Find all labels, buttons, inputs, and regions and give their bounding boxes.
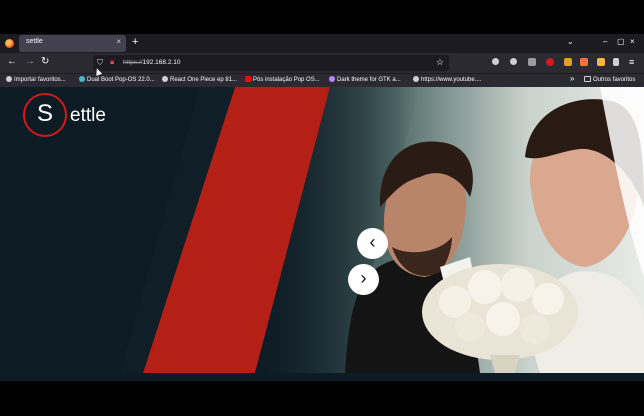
video-letterbox-bottom [0, 381, 644, 416]
page-bottom-strip [0, 373, 644, 381]
tab-close-icon[interactable]: × [116, 37, 121, 46]
bookmark-star-icon[interactable]: ☆ [436, 57, 444, 68]
bookmark-import-icon [6, 76, 12, 82]
back-arrow-icon[interactable]: ← [7, 57, 17, 67]
chevron-right-icon: › [360, 268, 367, 288]
hamburger-menu-icon[interactable]: ≡ [629, 57, 634, 67]
extension-icon-2[interactable] [546, 58, 554, 66]
headphones-icon[interactable] [510, 58, 517, 65]
maximize-button[interactable]: ▢ [617, 37, 625, 46]
wedding-couple-photo [255, 87, 644, 373]
url-text[interactable]: https://192.168.2.10 [123, 59, 180, 66]
slider-prev-button[interactable]: ‹ [357, 228, 388, 259]
tab-title: settle [26, 38, 43, 45]
other-bookmarks-folder[interactable]: Outros favoritos [584, 76, 635, 83]
bookmark-item[interactable]: Dark theme for GTK a... [329, 76, 401, 83]
address-bar[interactable]: ⛉ 🔒︎ https://192.168.2.10 ☆ [93, 55, 449, 71]
reload-icon[interactable]: ↻ [41, 57, 49, 67]
insecure-lock-icon[interactable]: 🔒︎ [110, 57, 114, 67]
minimize-button[interactable]: – [603, 37, 607, 46]
forward-arrow-icon[interactable]: → [25, 57, 35, 67]
chevron-left-icon: ‹ [369, 232, 376, 252]
logo-initial: S [36, 100, 53, 127]
new-tab-button[interactable]: + [132, 36, 138, 48]
video-letterbox-top [0, 0, 644, 34]
bookmark-item[interactable]: Pós instalação Pop OS... [245, 76, 320, 83]
bookmark-item[interactable]: Dual Boot Pop-OS 22.0... [79, 76, 155, 83]
pop-os-icon [79, 76, 85, 82]
browser-tab-settle[interactable]: settle × [19, 35, 126, 52]
firefox-icon [5, 39, 14, 48]
url-host: 192.168.2.10 [142, 59, 181, 66]
bookmark-item[interactable]: React One Piece ep 81... [162, 76, 237, 83]
bookmarks-overflow-button[interactable]: » [570, 74, 574, 83]
globe-icon [162, 76, 168, 82]
globe-icon [413, 76, 419, 82]
bookmark-item[interactable]: https://www.youtube.... [413, 76, 481, 83]
slider-next-button[interactable]: › [348, 264, 379, 295]
youtube-icon [245, 76, 251, 82]
extension-icon-1[interactable] [528, 58, 536, 66]
extensions-puzzle-icon[interactable] [613, 58, 619, 66]
extension-icon-3[interactable] [564, 58, 572, 66]
tab-list-chevron-icon[interactable]: ⌄ [567, 37, 574, 46]
close-window-button[interactable]: × [630, 37, 635, 46]
url-scheme: https:// [123, 59, 143, 66]
settle-logo[interactable]: S [23, 93, 67, 137]
folder-icon [584, 76, 591, 82]
extension-icon-4[interactable] [580, 58, 588, 66]
bookmark-item[interactable]: Importar favoritos... [6, 76, 66, 83]
logo-wordmark[interactable]: ettle [70, 105, 106, 127]
website-hero-slider: S ettle ‹ › [0, 87, 644, 373]
pocket-icon[interactable] [492, 58, 499, 65]
github-icon [329, 76, 335, 82]
extension-icon-5[interactable] [597, 58, 605, 66]
